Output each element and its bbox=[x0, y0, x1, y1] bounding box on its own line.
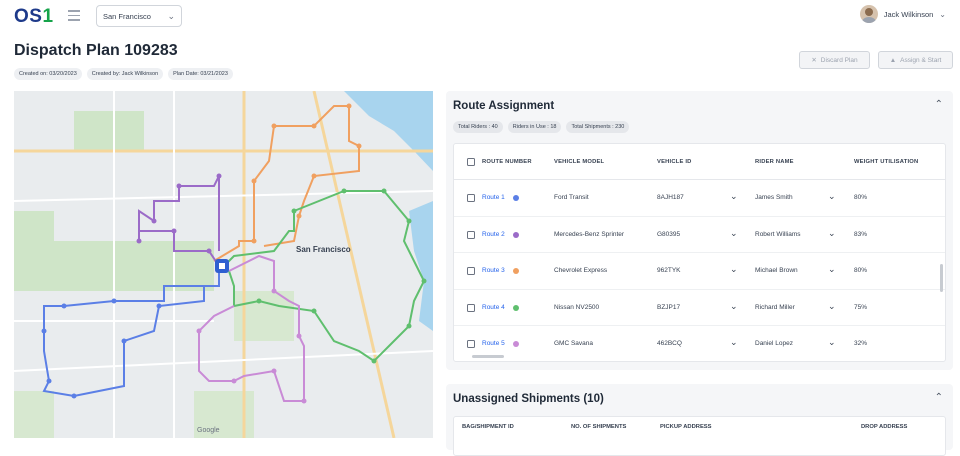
page-title: Dispatch Plan 109283 bbox=[14, 42, 178, 59]
rider-name: Robert Williams bbox=[755, 230, 801, 238]
vehicle-model: Ford Transit bbox=[554, 194, 589, 201]
vertical-scrollbar[interactable] bbox=[940, 264, 943, 292]
rider-dropdown-icon[interactable]: ⌄ bbox=[828, 337, 836, 348]
table-row[interactable]: Route 1 Ford Transit 8AJH187 ⌄ James Smi… bbox=[454, 180, 945, 217]
chevron-up-icon[interactable]: ⌃ bbox=[935, 99, 943, 110]
unassigned-table: Bag/Shipment ID No. of Shipments Pickup … bbox=[453, 416, 946, 456]
table-row[interactable]: Route 2 Mercedes-Benz Sprinter G80395 ⌄ … bbox=[454, 217, 945, 253]
close-icon: ✕ bbox=[811, 57, 817, 64]
row-checkbox[interactable] bbox=[467, 194, 475, 202]
route-assignment-panel: Route Assignment ⌃ Total Riders : 40 Rid… bbox=[446, 91, 953, 370]
vehicle-model: Nissan NV2500 bbox=[554, 303, 600, 311]
discard-plan-button[interactable]: ✕ Discard Plan bbox=[799, 51, 870, 69]
vehicle-id: 962TYK bbox=[657, 267, 681, 274]
route-color-dot bbox=[513, 304, 519, 311]
route-link[interactable]: Route 3 bbox=[482, 267, 505, 274]
col-pickup-address: Pickup Address bbox=[660, 424, 712, 430]
table-row[interactable]: Route 3 Chevrolet Express 962TYK ⌄ Micha… bbox=[454, 253, 945, 290]
vehicle-model: Mercedes-Benz Sprinter bbox=[554, 230, 625, 238]
rider-dropdown-icon[interactable]: ⌄ bbox=[828, 301, 836, 312]
select-all-checkbox[interactable] bbox=[467, 158, 475, 166]
map-city-label: San Francisco bbox=[296, 245, 351, 254]
menu-icon[interactable] bbox=[68, 10, 80, 21]
avatar bbox=[859, 5, 878, 23]
route-color-dot bbox=[513, 268, 519, 274]
col-weight-utilisation: Weight Utilisation bbox=[854, 159, 919, 165]
user-name: Jack Wilkinson bbox=[883, 9, 934, 19]
row-checkbox[interactable] bbox=[467, 303, 475, 312]
route-stats: Total Riders : 40 Riders in Use : 18 Tot… bbox=[453, 121, 630, 133]
created-by-chip: Created by: Jack Wilkinson bbox=[86, 68, 164, 80]
vehicle-id: 462BCQ bbox=[657, 340, 682, 347]
created-on-chip: Created on: 03/20/2023 bbox=[14, 68, 82, 80]
vehicle-model: Chevrolet Express bbox=[554, 267, 608, 274]
vehicle-model: GMC Savana bbox=[554, 340, 594, 347]
route-color-dot bbox=[513, 341, 519, 347]
top-bar: OS1 San Francisco ⌄ Jack Wilkinson ⌄ bbox=[0, 0, 960, 34]
unassigned-shipments-panel: Unassigned Shipments (10) ⌃ Bag/Shipment… bbox=[446, 384, 953, 456]
weight-utilisation: 83% bbox=[854, 230, 868, 238]
row-checkbox[interactable] bbox=[467, 230, 475, 239]
col-route-number: Route Number bbox=[482, 159, 532, 165]
rider-name: Michael Brown bbox=[755, 267, 798, 274]
google-attribution: Google bbox=[197, 427, 220, 434]
weight-utilisation: 80% bbox=[854, 267, 868, 274]
col-rider-name: Rider Name bbox=[755, 159, 794, 165]
vehicle-dropdown-icon[interactable]: ⌄ bbox=[730, 228, 738, 239]
route-link[interactable]: Route 4 bbox=[482, 304, 505, 311]
row-checkbox[interactable] bbox=[467, 340, 475, 348]
col-bag-shipment-id: Bag/Shipment ID bbox=[462, 424, 514, 430]
col-drop-address: Drop Address bbox=[861, 424, 908, 430]
vehicle-dropdown-icon[interactable]: ⌄ bbox=[730, 264, 738, 275]
weight-utilisation: 32% bbox=[854, 340, 868, 347]
col-vehicle-model: Vehicle Model bbox=[554, 159, 605, 165]
vehicle-id: 8AJH187 bbox=[657, 194, 684, 201]
total-shipments-stat: Total Shipments : 230 bbox=[566, 121, 630, 133]
unassigned-title: Unassigned Shipments (10) bbox=[453, 393, 604, 405]
route-link[interactable]: Route 5 bbox=[482, 340, 505, 347]
route-table-header: Route Number Vehicle Model Vehicle ID Ri… bbox=[454, 144, 945, 180]
weight-utilisation: 75% bbox=[854, 303, 868, 311]
route-link[interactable]: Route 2 bbox=[482, 231, 505, 238]
route-table: Route Number Vehicle Model Vehicle ID Ri… bbox=[453, 143, 946, 362]
rider-name: Daniel Lopez bbox=[755, 340, 793, 347]
rider-name: James Smith bbox=[755, 194, 793, 201]
route-link[interactable]: Route 1 bbox=[482, 194, 505, 201]
route-color-dot bbox=[513, 231, 519, 238]
city-select[interactable]: San Francisco ⌄ bbox=[96, 5, 182, 27]
user-menu[interactable]: Jack Wilkinson ⌄ bbox=[859, 5, 946, 23]
weight-utilisation: 80% bbox=[854, 194, 868, 201]
chevron-down-icon: ⌄ bbox=[167, 11, 175, 21]
vehicle-dropdown-icon[interactable]: ⌄ bbox=[730, 191, 738, 202]
col-vehicle-id: Vehicle ID bbox=[657, 159, 692, 165]
plan-actions: ✕ Discard Plan ▲ Assign & Start bbox=[799, 51, 953, 69]
vehicle-dropdown-icon[interactable]: ⌄ bbox=[730, 337, 738, 348]
app-logo[interactable]: OS1 bbox=[14, 6, 54, 28]
assign-start-button[interactable]: ▲ Assign & Start bbox=[878, 51, 953, 69]
vehicle-id: BZJP17 bbox=[657, 303, 681, 311]
col-no-of-shipments: No. of Shipments bbox=[571, 424, 627, 430]
rider-dropdown-icon[interactable]: ⌄ bbox=[828, 228, 836, 239]
rider-dropdown-icon[interactable]: ⌄ bbox=[828, 264, 836, 275]
total-riders-stat: Total Riders : 40 bbox=[453, 121, 503, 133]
table-row[interactable]: Route 5 GMC Savana 462BCQ ⌄ Daniel Lopez… bbox=[454, 326, 945, 361]
row-checkbox[interactable] bbox=[467, 267, 475, 275]
rider-dropdown-icon[interactable]: ⌄ bbox=[828, 191, 836, 202]
chevron-up-icon[interactable]: ⌃ bbox=[935, 392, 943, 403]
vehicle-dropdown-icon[interactable]: ⌄ bbox=[730, 301, 738, 312]
route-color-dot bbox=[513, 195, 519, 201]
vehicle-id: G80395 bbox=[657, 230, 681, 238]
table-row[interactable]: Route 4 Nissan NV2500 BZJP17 ⌄ Richard M… bbox=[454, 290, 945, 326]
plan-date-chip: Plan Date: 03/21/2023 bbox=[168, 68, 233, 80]
route-map[interactable]: San Francisco Google bbox=[14, 91, 433, 438]
route-assignment-title: Route Assignment bbox=[453, 100, 555, 112]
rider-name: Richard Miller bbox=[755, 303, 795, 311]
riders-in-use-stat: Riders in Use : 18 bbox=[507, 121, 562, 133]
plan-meta-chips: Created on: 03/20/2023 Created by: Jack … bbox=[14, 68, 233, 80]
city-select-value: San Francisco bbox=[103, 12, 151, 21]
truck-icon: ▲ bbox=[889, 56, 897, 64]
horizontal-scrollbar[interactable] bbox=[472, 355, 504, 358]
chevron-down-icon: ⌄ bbox=[939, 9, 946, 19]
